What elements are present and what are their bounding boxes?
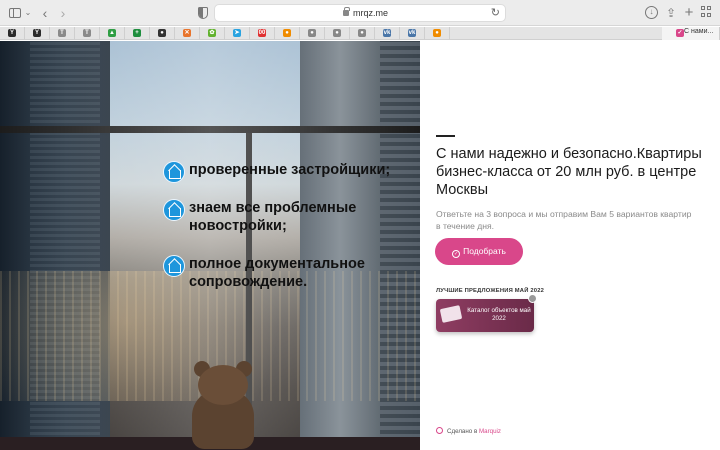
tab-overview-icon[interactable] <box>701 5 713 21</box>
favorite-item[interactable]: T <box>75 27 100 40</box>
favorite-item[interactable]: vk <box>400 27 425 40</box>
favorite-item[interactable]: ● <box>350 27 375 40</box>
favorite-item[interactable]: ● <box>325 27 350 40</box>
sheets-icon: + <box>133 29 141 37</box>
address-bar[interactable]: mrqz.me ↻ <box>214 4 506 22</box>
check-icon: ✓ <box>452 250 461 258</box>
back-button[interactable]: ‹ <box>38 5 52 21</box>
forward-button[interactable]: › <box>56 5 70 21</box>
contact-icon: ● <box>158 29 166 37</box>
vk-icon: vk <box>383 29 391 37</box>
catalog-cover-image <box>439 305 463 323</box>
favorite-item[interactable]: vk <box>375 27 400 40</box>
title-divider <box>436 135 455 137</box>
favorite-item[interactable]: 00 <box>250 27 275 40</box>
browser-toolbar: ⌄ ‹ › mrqz.me ↻ ↓ ⇪ + <box>0 0 720 26</box>
favorite-item[interactable]: ● <box>275 27 300 40</box>
bookmark-icon: Y <box>8 29 16 37</box>
offers-heading: ЛУЧШИЕ ПРЕДЛОЖЕНИЯ МАЙ 2022 <box>436 288 545 294</box>
favorite-item[interactable]: ● <box>425 27 450 40</box>
feature-text: проверенные застройщики; <box>189 162 391 178</box>
favorite-item[interactable]: Y <box>25 27 50 40</box>
favorite-item[interactable]: ✕ <box>175 27 200 40</box>
cat-icon: ● <box>358 29 366 37</box>
vk-icon: vk <box>408 29 416 37</box>
favorite-item[interactable]: ● <box>300 27 325 40</box>
feature-text: полное документальное сопровождение. <box>189 256 365 290</box>
start-quiz-label: Подобрать <box>463 246 506 256</box>
new-tab-button[interactable]: + <box>683 5 695 21</box>
telegram-icon: ➤ <box>233 29 241 37</box>
cat-icon: ● <box>333 29 341 37</box>
chevron-down-icon[interactable]: ⌄ <box>24 5 32 21</box>
cat-icon: ● <box>308 29 316 37</box>
favorite-item[interactable]: + <box>125 27 150 40</box>
marquiz-brand: Marquiz <box>478 428 501 435</box>
house-icon <box>163 199 185 221</box>
leaf-icon: ✿ <box>208 29 216 37</box>
bookmark-icon: T <box>83 29 91 37</box>
download-icon[interactable]: ↓ <box>645 6 658 19</box>
favorite-item[interactable]: ▲ <box>100 27 125 40</box>
hero-photo <box>0 41 420 450</box>
favorite-item[interactable]: ● <box>150 27 175 40</box>
lock-icon <box>343 7 350 16</box>
catalog-title: Каталог объектов май 2022 <box>467 307 531 322</box>
lock-icon <box>528 294 537 303</box>
reload-icon[interactable]: ↻ <box>491 6 500 19</box>
start-quiz-button[interactable]: ✓ Подобрать <box>435 238 523 265</box>
marquiz-favicon-icon: ✓ <box>676 29 684 37</box>
favorite-item[interactable]: ✿ <box>200 27 225 40</box>
cloud-icon: ● <box>283 29 291 37</box>
tools-icon: ✕ <box>183 29 191 37</box>
teddy-bear <box>182 361 264 449</box>
favorite-item[interactable]: T <box>50 27 75 40</box>
tag-icon: 00 <box>258 29 266 37</box>
catalog-bonus-card[interactable]: Каталог объектов май 2022 <box>436 294 537 332</box>
marquiz-logo-icon <box>436 427 443 434</box>
privacy-shield-icon[interactable] <box>198 7 208 19</box>
house-icon <box>163 161 185 183</box>
page-subtitle: Ответьте на 3 вопроса и мы отправим Вам … <box>436 209 692 231</box>
favorite-item[interactable]: ➤ <box>225 27 250 40</box>
quiz-start-panel: С нами надежно и безопасно.Квартиры бизн… <box>420 41 720 450</box>
favorite-item[interactable]: Y <box>0 27 25 40</box>
bookmark-icon: T <box>58 29 66 37</box>
made-with-text: Сделано в <box>447 428 478 435</box>
sidebar-toggle-icon[interactable] <box>8 5 22 21</box>
house-icon <box>163 255 185 277</box>
made-with-link[interactable]: Сделано в Marquiz <box>447 428 501 435</box>
favorites-bar: Y Y T T ▲ + ● ✕ ✿ ➤ 00 ● ● ● ● vk vk ● ✓ С нами... <box>0 27 720 40</box>
bookmark-icon: Y <box>33 29 41 37</box>
page-title: С нами надежно и безопасно.Квартиры бизн… <box>436 146 702 198</box>
drive-icon: ▲ <box>108 29 116 37</box>
share-icon[interactable]: ⇪ <box>665 5 677 21</box>
tab-active[interactable]: ✓ С нами... <box>662 27 720 40</box>
url-text: mrqz.me <box>353 8 389 18</box>
cloud-icon: ● <box>433 29 441 37</box>
feature-text: знаем все проблемные новостройки; <box>189 200 357 234</box>
tab-title: С нами... <box>684 28 714 35</box>
